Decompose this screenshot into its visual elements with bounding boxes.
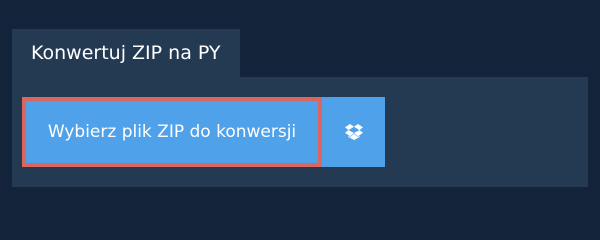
choose-zip-file-label: Wybierz plik ZIP do konwersji [47, 121, 297, 142]
tab-convert-zip-to-py[interactable]: Konwertuj ZIP na PY [12, 29, 240, 77]
dropbox-icon [344, 124, 363, 140]
converter-widget: Konwertuj ZIP na PY Wybierz plik ZIP do … [0, 0, 600, 230]
choose-zip-file-button[interactable]: Wybierz plik ZIP do konwersji [22, 97, 322, 167]
dropbox-button[interactable] [322, 97, 385, 167]
tab-label: Konwertuj ZIP na PY [31, 41, 221, 64]
